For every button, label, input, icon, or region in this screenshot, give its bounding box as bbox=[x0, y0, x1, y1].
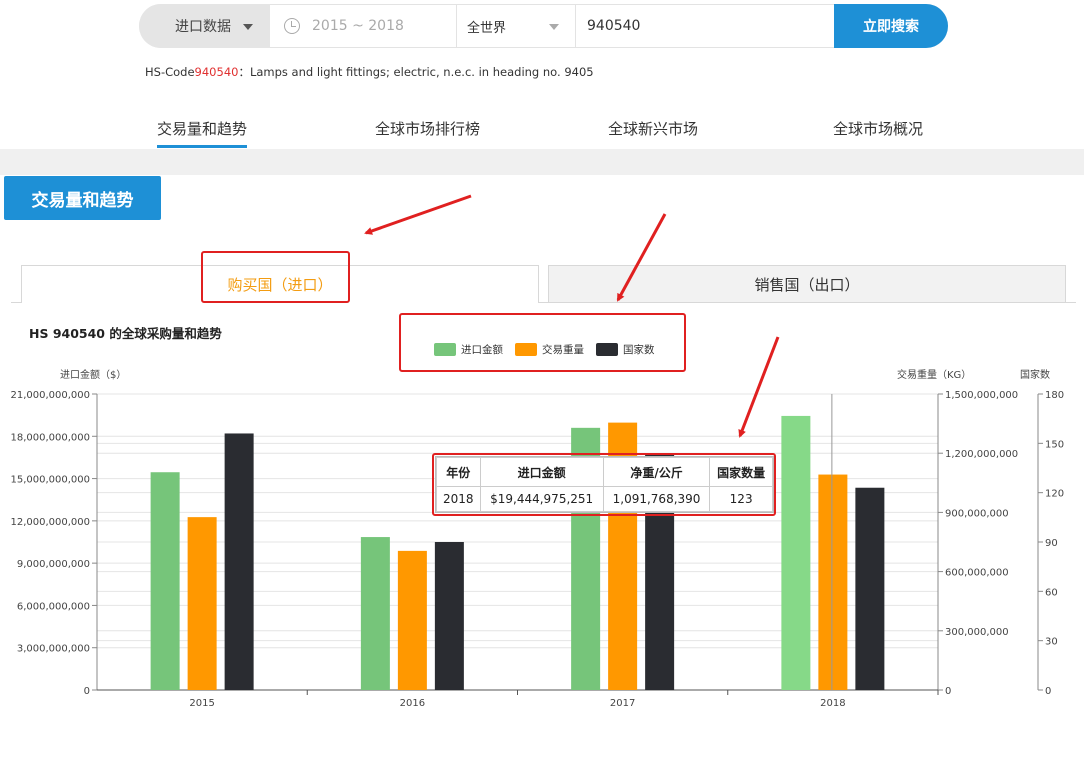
annotation-box-tab bbox=[201, 251, 350, 303]
y-tick-label: 12,000,000,000 bbox=[10, 517, 90, 528]
y-tick-label: 3,000,000,000 bbox=[17, 644, 90, 655]
y-right2-tick-label: 60 bbox=[1045, 587, 1058, 598]
y-right2-tick-label: 30 bbox=[1045, 637, 1058, 648]
y-right-tick-label: 1,500,000,000 bbox=[945, 390, 1018, 401]
x-tick-label: 2016 bbox=[400, 698, 425, 709]
y-tick-label: 18,000,000,000 bbox=[10, 432, 90, 443]
annotation-box-legend bbox=[399, 313, 686, 372]
bar-import-value bbox=[360, 537, 390, 690]
y-right2-tick-label: 180 bbox=[1045, 390, 1064, 401]
y-tick-label: 21,000,000,000 bbox=[10, 390, 90, 401]
bar-import-value bbox=[781, 415, 811, 690]
bar-import-value bbox=[150, 472, 180, 690]
y-right-tick-label: 600,000,000 bbox=[945, 568, 1009, 579]
bar-trade-weight bbox=[818, 474, 848, 690]
app-root: 进口数据 2015 ~ 2018 全世界 立即搜索 HS-Code940540：… bbox=[0, 0, 1084, 757]
y-right2-tick-label: 150 bbox=[1045, 439, 1064, 450]
y-right-tick-label: 300,000,000 bbox=[945, 627, 1009, 638]
y-axis-title: 进口金额（$） bbox=[60, 368, 126, 381]
y-right2-tick-label: 120 bbox=[1045, 489, 1064, 500]
bar-trade-weight bbox=[187, 517, 217, 690]
x-tick-label: 2018 bbox=[820, 698, 845, 709]
y-right-tick-label: 1,200,000,000 bbox=[945, 449, 1018, 460]
y-tick-label: 15,000,000,000 bbox=[10, 475, 90, 486]
y-right2-axis-title: 国家数 bbox=[1020, 368, 1050, 381]
annotation-box-tooltip bbox=[432, 453, 776, 516]
y-tick-label: 9,000,000,000 bbox=[17, 559, 90, 570]
bar-country-count bbox=[224, 433, 254, 690]
y-right-tick-label: 0 bbox=[945, 686, 951, 697]
x-tick-label: 2015 bbox=[189, 698, 214, 709]
y-right2-tick-label: 0 bbox=[1045, 686, 1051, 697]
y-tick-label: 6,000,000,000 bbox=[17, 601, 90, 612]
bar-country-count bbox=[855, 487, 885, 690]
x-tick-label: 2017 bbox=[610, 698, 635, 709]
bar-country-count bbox=[434, 542, 464, 690]
bar-trade-weight bbox=[397, 550, 427, 690]
trade-chart: 0 3,000,000,000 6,000,000,000 9,000,000,000… bbox=[10, 368, 1064, 709]
y-right-axis-title: 交易重量（KG） bbox=[897, 368, 971, 381]
y-right-tick-label: 900,000,000 bbox=[945, 508, 1009, 519]
y-tick-label: 0 bbox=[84, 686, 90, 697]
y-right2-tick-label: 90 bbox=[1045, 538, 1058, 549]
